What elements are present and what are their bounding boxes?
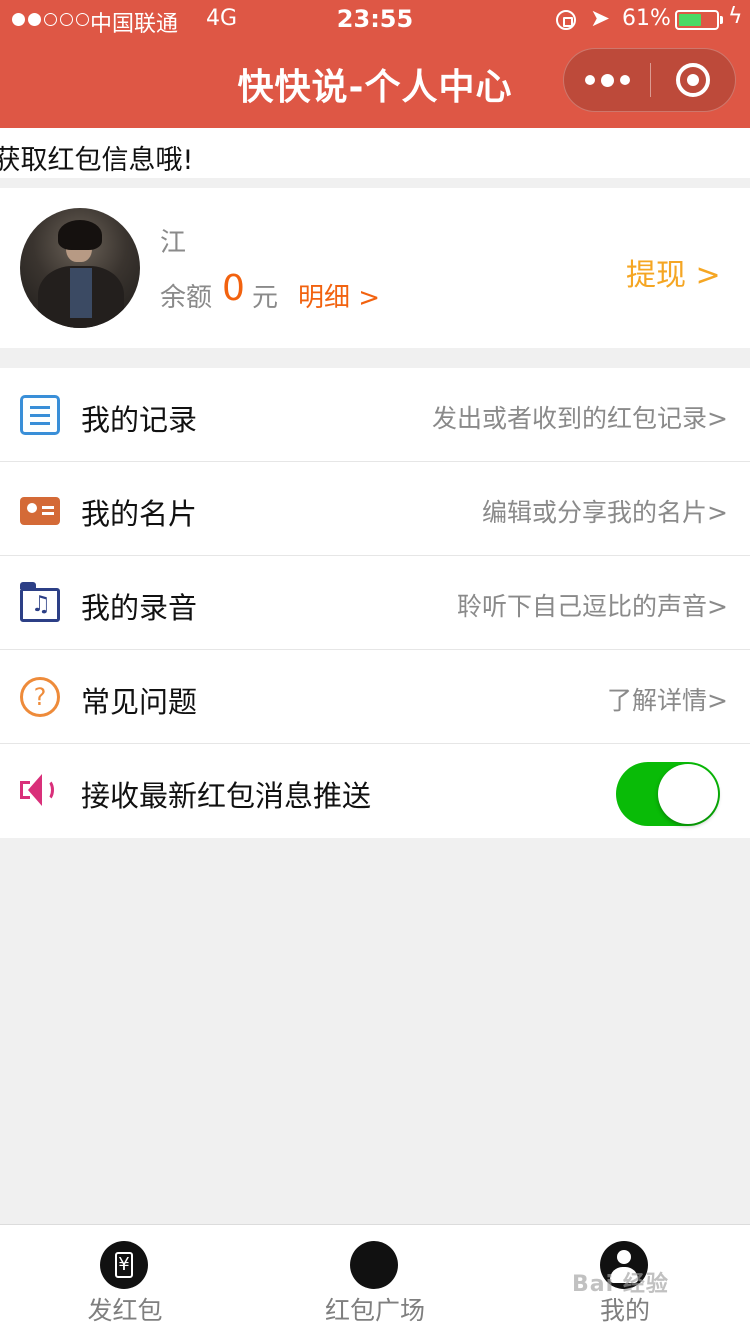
audio-folder-icon — [20, 582, 60, 622]
menu-item-desc: 编辑或分享我的名片> — [482, 498, 728, 527]
profile-card: 江 余额 0 元 明细 > 提现 > — [0, 188, 750, 348]
menu-item-label: 常见问题 — [81, 685, 198, 719]
menu-list: 我的记录 发出或者收到的红包记录> 我的名片 编辑或分享我的名片> 我的录音 聆… — [0, 368, 750, 838]
battery-tip — [720, 16, 723, 24]
location-arrow-icon: ➤ — [590, 4, 611, 32]
card-icon — [20, 497, 60, 525]
menu-item-desc: 了解详情> — [607, 686, 728, 715]
status-bar: 中国联通 4G 23:55 ➤ 61% ϟ — [0, 0, 750, 40]
tab-label: 红包广场 — [324, 1296, 425, 1325]
record-icon — [20, 395, 60, 435]
grid-icon — [350, 1241, 398, 1289]
watermark: Bai 经验 — [572, 1272, 669, 1297]
menu-item-label: 我的名片 — [81, 497, 198, 531]
balance-detail-link[interactable]: 明细 > — [298, 277, 380, 314]
menu-item-records[interactable]: 我的记录 发出或者收到的红包记录> — [0, 368, 750, 462]
menu-item-card[interactable]: 我的名片 编辑或分享我的名片> — [0, 462, 750, 556]
speaker-icon — [20, 771, 60, 811]
more-dots-icon — [600, 73, 614, 87]
battery-percent: 61% — [622, 6, 671, 31]
menu-item-label: 我的录音 — [81, 591, 198, 625]
more-menu-button[interactable] — [564, 49, 650, 111]
tab-send-red-packet[interactable]: ¥ 发红包 — [0, 1225, 250, 1334]
red-envelope-icon: ¥ — [100, 1241, 148, 1289]
menu-item-label: 接收最新红包消息推送 — [81, 779, 372, 813]
question-icon: ? — [20, 677, 60, 717]
tab-label: 发红包 — [87, 1296, 163, 1325]
avatar — [20, 208, 140, 328]
menu-item-desc: 发出或者收到的红包记录> — [432, 404, 728, 433]
username: 江 — [160, 228, 187, 258]
notice-marquee: l获取红包信息哦! — [0, 128, 750, 178]
mini-program-capsule — [563, 48, 736, 112]
battery-icon — [675, 10, 719, 30]
balance-unit: 元 — [252, 283, 279, 313]
withdraw-link[interactable]: 提现 > — [626, 250, 721, 294]
menu-item-push: 接收最新红包消息推送 — [0, 744, 750, 838]
charging-icon: ϟ — [728, 4, 743, 29]
menu-item-desc: 聆听下自己逗比的声音> — [457, 592, 728, 621]
capsule-divider — [650, 63, 651, 97]
close-mini-program-button[interactable] — [676, 63, 710, 97]
rotation-lock-icon — [556, 10, 576, 30]
toggle-knob — [658, 764, 718, 824]
notice-text: l获取红包信息哦! — [0, 145, 194, 176]
header: 中国联通 4G 23:55 ➤ 61% ϟ 快快说-个人中心 — [0, 0, 750, 128]
menu-item-recordings[interactable]: 我的录音 聆听下自己逗比的声音> — [0, 556, 750, 650]
menu-item-faq[interactable]: ? 常见问题 了解详情> — [0, 650, 750, 744]
push-toggle[interactable] — [616, 762, 720, 826]
tab-red-packet-square[interactable]: 红包广场 — [250, 1225, 500, 1334]
balance-label: 余额 — [160, 283, 213, 313]
battery-fill — [679, 14, 701, 26]
menu-item-label: 我的记录 — [81, 403, 198, 437]
balance-value: 0 — [222, 268, 245, 309]
